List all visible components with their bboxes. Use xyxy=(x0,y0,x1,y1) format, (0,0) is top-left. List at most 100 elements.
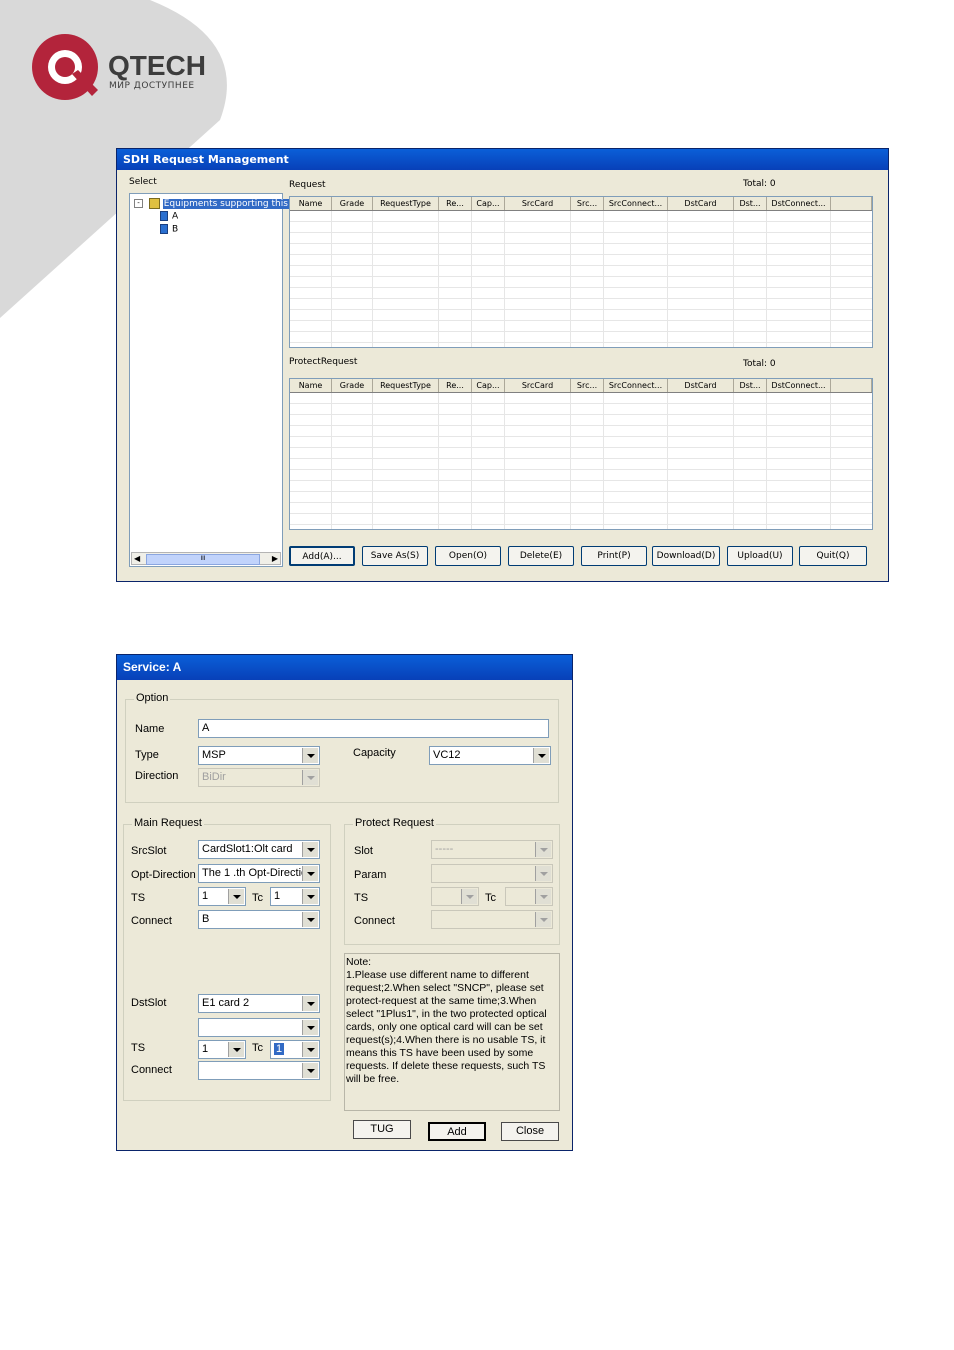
column-header[interactable]: SrcCard xyxy=(505,197,571,210)
protect-request-title: Protect Request xyxy=(353,817,436,829)
chevron-down-icon[interactable] xyxy=(302,842,318,857)
grid-column-line xyxy=(733,393,734,529)
device-icon xyxy=(160,224,168,234)
chevron-down-icon[interactable] xyxy=(228,889,244,904)
column-header[interactable]: Name xyxy=(290,379,332,392)
grid-column-line xyxy=(438,211,439,347)
column-header[interactable]: RequestType xyxy=(373,197,439,210)
name-input[interactable]: A xyxy=(198,719,549,738)
opt-direction-select[interactable]: The 1 .th Opt-Directio xyxy=(198,864,320,883)
tug-button[interactable]: TUG xyxy=(353,1120,411,1139)
chevron-down-icon[interactable] xyxy=(302,1042,318,1057)
column-header[interactable]: Name xyxy=(290,197,332,210)
grid-column-line xyxy=(603,211,604,347)
request-grid-body xyxy=(290,211,872,347)
scroll-thumb[interactable]: III xyxy=(146,554,260,565)
column-header[interactable]: Dst... xyxy=(734,379,767,392)
connect-label: Connect xyxy=(131,915,172,927)
chevron-down-icon[interactable] xyxy=(302,866,318,881)
column-header[interactable]: Re... xyxy=(439,379,472,392)
dst-extra-select[interactable] xyxy=(198,1018,320,1037)
delete-button[interactable]: Delete(E) xyxy=(508,546,574,566)
request-grid-header: Name Grade RequestType Re... Cap... SrcCard Sr… xyxy=(290,197,872,211)
protect-ts-select[interactable] xyxy=(431,887,479,906)
type-label: Type xyxy=(135,749,159,761)
column-header[interactable]: DstCard xyxy=(668,379,734,392)
protect-total: Total: 0 xyxy=(743,359,776,369)
grid-column-line xyxy=(733,211,734,347)
tree-item-a[interactable]: A xyxy=(160,211,178,222)
scroll-right-icon[interactable]: ▶ xyxy=(272,554,278,563)
param-select[interactable] xyxy=(431,864,553,883)
dst-tc-select[interactable]: 1 xyxy=(270,1040,320,1059)
tree-hscroll[interactable]: ◀ III ▶ xyxy=(131,552,281,565)
protect-request-grid[interactable]: Name Grade RequestType Re... Cap... SrcCard Sr… xyxy=(289,378,873,530)
chevron-down-icon xyxy=(461,889,477,904)
ts-select[interactable]: 1 xyxy=(198,887,246,906)
column-header[interactable]: Cap... xyxy=(472,379,505,392)
chevron-down-icon[interactable] xyxy=(302,1063,318,1078)
column-header[interactable]: Cap... xyxy=(472,197,505,210)
save-as-button[interactable]: Save As(S) xyxy=(362,546,428,566)
column-header[interactable]: Re... xyxy=(439,197,472,210)
add-button[interactable]: Add(A)... xyxy=(289,546,355,566)
column-header[interactable]: Src... xyxy=(571,379,604,392)
type-select[interactable]: MSP xyxy=(198,746,320,765)
column-header[interactable]: SrcCard xyxy=(505,379,571,392)
request-total: Total: 0 xyxy=(743,179,776,189)
print-button[interactable]: Print(P) xyxy=(581,546,647,566)
connect-select[interactable]: B xyxy=(198,910,320,929)
protect-grid-header: Name Grade RequestType Re... Cap... SrcCard Sr… xyxy=(290,379,872,393)
upload-button[interactable]: Upload(U) xyxy=(727,546,793,566)
column-header[interactable]: RequestType xyxy=(373,379,439,392)
collapse-icon[interactable]: - xyxy=(134,199,143,208)
direction-select[interactable]: BiDir xyxy=(198,768,320,787)
dst-ts-select[interactable]: 1 xyxy=(198,1040,246,1059)
column-header[interactable]: DstConnect... xyxy=(767,197,831,210)
grid-column-line xyxy=(830,393,831,529)
tree-item-b[interactable]: B xyxy=(160,224,178,235)
capacity-select[interactable]: VC12 xyxy=(429,746,551,765)
tc-select[interactable]: 1 xyxy=(270,887,320,906)
protect-tc-select[interactable] xyxy=(505,887,553,906)
download-button[interactable]: Download(D) xyxy=(652,546,720,566)
scroll-left-icon[interactable]: ◀ xyxy=(134,554,140,563)
column-header[interactable]: Grade xyxy=(332,197,373,210)
grid-column-line xyxy=(766,393,767,529)
column-header[interactable]: DstCard xyxy=(668,197,734,210)
grid-column-line xyxy=(438,393,439,529)
dstslot-select[interactable]: E1 card 2 xyxy=(198,994,320,1013)
column-header[interactable]: Grade xyxy=(332,379,373,392)
slot-select[interactable]: ----- xyxy=(431,840,553,859)
tc-label: Tc xyxy=(252,892,263,904)
chevron-down-icon[interactable] xyxy=(228,1042,244,1057)
column-header-filler xyxy=(831,379,872,392)
tree-root[interactable]: - Equipments supporting this fun xyxy=(134,198,307,209)
column-header[interactable]: Src... xyxy=(571,197,604,210)
chevron-down-icon[interactable] xyxy=(302,748,318,763)
add-dialog-button[interactable]: Add xyxy=(428,1122,486,1141)
dst-connect-select[interactable] xyxy=(198,1061,320,1080)
ts-label: TS xyxy=(131,892,146,904)
brand-tagline: МИР ДОСТУПНЕЕ xyxy=(109,81,195,91)
protect-tc-label: Tc xyxy=(485,892,496,904)
srcslot-select[interactable]: CardSlot1:Olt card xyxy=(198,840,320,859)
column-header[interactable]: Dst... xyxy=(734,197,767,210)
qtech-logo-icon xyxy=(32,34,98,100)
column-header[interactable]: SrcConnect... xyxy=(604,379,668,392)
equipment-tree: - Equipments supporting this fun A B ◀ I… xyxy=(129,193,307,567)
column-header[interactable]: SrcConnect... xyxy=(604,197,668,210)
column-header[interactable]: DstConnect... xyxy=(767,379,831,392)
chevron-down-icon[interactable] xyxy=(302,1020,318,1035)
chevron-down-icon[interactable] xyxy=(302,996,318,1011)
quit-button[interactable]: Quit(Q) xyxy=(799,546,867,566)
grid-column-line xyxy=(570,393,571,529)
protect-ts-label: TS xyxy=(354,892,369,904)
close-button[interactable]: Close xyxy=(501,1122,559,1141)
chevron-down-icon[interactable] xyxy=(533,748,549,763)
chevron-down-icon[interactable] xyxy=(302,912,318,927)
protect-connect-select[interactable] xyxy=(431,910,553,929)
open-button[interactable]: Open(O) xyxy=(435,546,501,566)
request-grid[interactable]: Name Grade RequestType Re... Cap... SrcCard Sr… xyxy=(289,196,873,348)
chevron-down-icon[interactable] xyxy=(302,889,318,904)
